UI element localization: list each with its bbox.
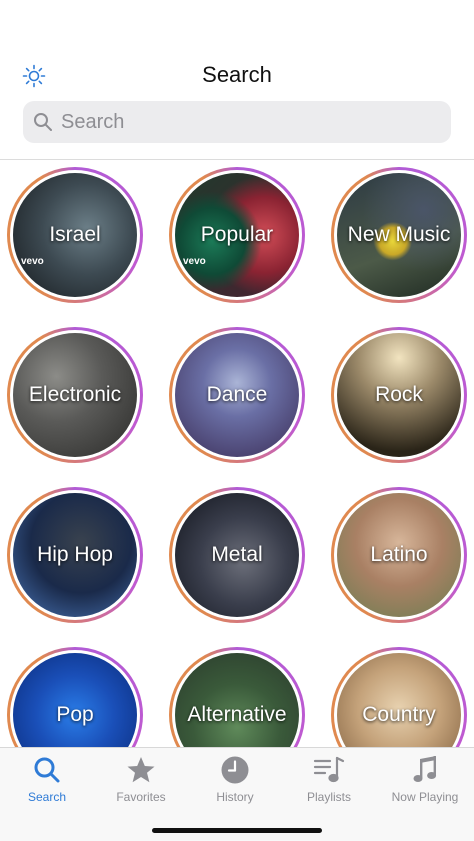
tab-playlists[interactable]: Playlists <box>282 748 376 808</box>
genre-label: Electronic <box>28 383 122 406</box>
genre-label: Dance <box>206 383 268 406</box>
genre-new-music[interactable]: New Music <box>331 167 467 303</box>
genre-grid: vevo Israel vevo Popular New Music Elect… <box>0 165 474 747</box>
genre-label: Hip Hop <box>37 543 113 566</box>
star-icon <box>125 754 157 786</box>
header-divider <box>0 159 474 160</box>
genre-image: Hip Hop <box>13 493 137 617</box>
genre-israel[interactable]: vevo Israel <box>7 167 143 303</box>
tab-bar: Search Favorites History Playlists Now P… <box>0 747 474 841</box>
genre-image: Dance <box>175 333 299 457</box>
genre-hip-hop[interactable]: Hip Hop <box>7 487 143 623</box>
search-icon <box>31 754 63 786</box>
genre-image: Country <box>337 653 461 747</box>
genre-image: Alternative <box>175 653 299 747</box>
genre-rock[interactable]: Rock <box>331 327 467 463</box>
genre-label: Popular <box>200 223 274 246</box>
genre-label: Metal <box>211 543 263 566</box>
search-input[interactable] <box>61 110 441 134</box>
page-title: Search <box>202 62 272 87</box>
tab-history[interactable]: History <box>188 748 282 808</box>
tab-now-playing[interactable]: Now Playing <box>376 748 474 808</box>
genre-image: Metal <box>175 493 299 617</box>
home-indicator <box>152 828 322 833</box>
tab-search[interactable]: Search <box>0 748 94 808</box>
genre-electronic[interactable]: Electronic <box>7 327 143 463</box>
vevo-badge: vevo <box>183 256 206 267</box>
header: Search <box>0 0 474 160</box>
genre-label: Rock <box>375 383 423 406</box>
playlist-icon <box>313 754 345 786</box>
genre-label: Alternative <box>187 703 287 726</box>
genre-pop[interactable]: Pop <box>7 647 143 747</box>
genre-image: New Music <box>337 173 461 297</box>
genre-label: Latino <box>370 543 428 566</box>
genre-image: Latino <box>337 493 461 617</box>
genre-country[interactable]: Country <box>331 647 467 747</box>
tab-label: History <box>216 790 254 804</box>
music-note-icon <box>409 754 441 786</box>
genre-alternative[interactable]: Alternative <box>169 647 305 747</box>
tab-label: Now Playing <box>391 790 459 804</box>
genre-label: New Music <box>347 223 451 246</box>
search-bar[interactable] <box>23 101 451 143</box>
genre-image: Electronic <box>13 333 137 457</box>
genre-dance[interactable]: Dance <box>169 327 305 463</box>
genre-image: Rock <box>337 333 461 457</box>
genre-image: vevo Israel <box>13 173 137 297</box>
genre-popular[interactable]: vevo Popular <box>169 167 305 303</box>
genre-image: Pop <box>13 653 137 747</box>
genre-latino[interactable]: Latino <box>331 487 467 623</box>
vevo-badge: vevo <box>21 256 44 267</box>
genre-label: Israel <box>49 223 101 246</box>
genre-label: Pop <box>56 703 94 726</box>
tab-label: Search <box>27 790 67 804</box>
tab-label: Playlists <box>306 790 351 804</box>
genre-metal[interactable]: Metal <box>169 487 305 623</box>
clock-icon <box>219 754 251 786</box>
genre-image: vevo Popular <box>175 173 299 297</box>
search-icon <box>33 111 55 133</box>
genre-label: Country <box>362 703 436 726</box>
tab-favorites[interactable]: Favorites <box>94 748 188 808</box>
tab-label: Favorites <box>116 790 166 804</box>
